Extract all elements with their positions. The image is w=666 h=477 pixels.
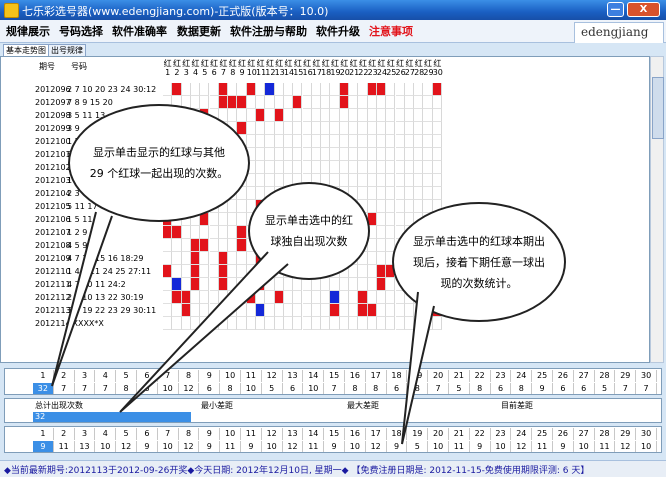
tail-single-count: [119, 251, 289, 413]
callout-tails: [51, 211, 435, 445]
tail-next-period: [401, 291, 435, 445]
tail-co-occurrence: [51, 211, 113, 387]
